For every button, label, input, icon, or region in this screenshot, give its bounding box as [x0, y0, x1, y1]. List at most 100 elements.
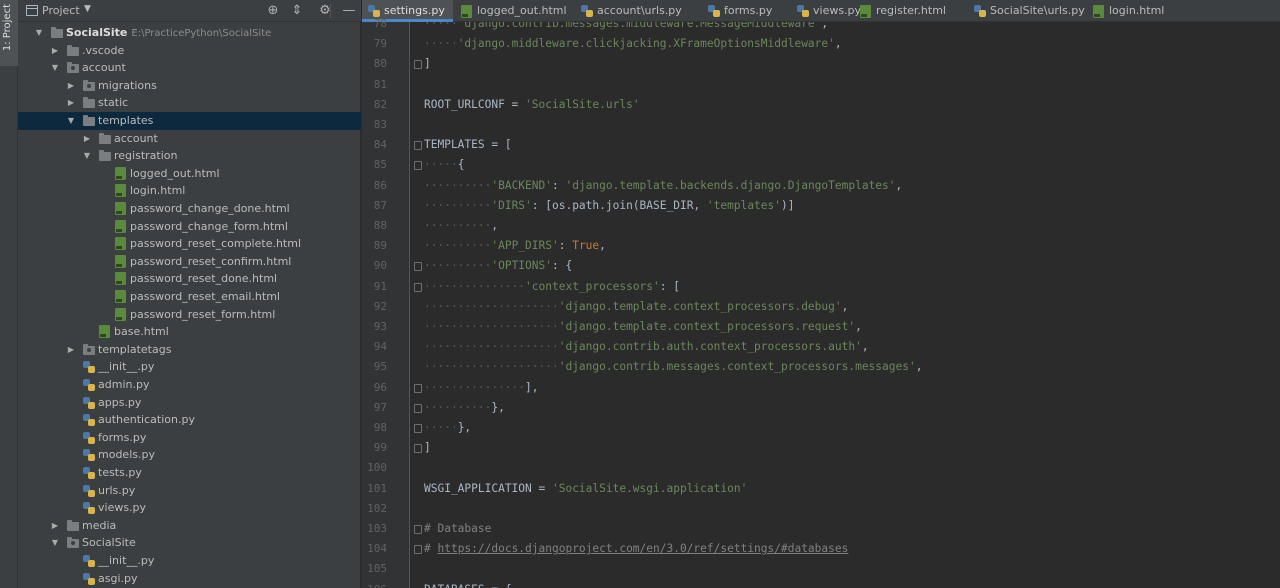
- expand-arrow-down-icon[interactable]: ▼: [34, 24, 44, 42]
- tree-item[interactable]: tests.py: [18, 464, 361, 482]
- code-line[interactable]: ····················'django.contrib.auth…: [424, 337, 869, 357]
- tree-item[interactable]: asgi.py: [18, 570, 361, 588]
- fold-marker-icon[interactable]: [414, 383, 422, 393]
- expand-arrow-down-icon[interactable]: ▼: [66, 112, 76, 130]
- code-line[interactable]: ····················'django.template.con…: [424, 317, 862, 337]
- expand-arrow-right-icon[interactable]: ▶: [50, 517, 60, 535]
- code-line[interactable]: ···············],: [424, 378, 539, 398]
- editor-tab[interactable]: forms.py: [702, 0, 789, 22]
- tree-item[interactable]: ▶ account: [18, 130, 361, 148]
- tree-item[interactable]: apps.py: [18, 394, 361, 412]
- expand-arrow-down-icon[interactable]: ▼: [50, 534, 60, 552]
- code-line[interactable]: ···············'context_processors': [: [424, 277, 680, 297]
- chevron-down-icon[interactable]: ▼: [84, 4, 91, 14]
- code-line[interactable]: ··········'OPTIONS': {: [424, 256, 572, 276]
- code-line[interactable]: # Database: [424, 519, 491, 539]
- tree-item[interactable]: __init__.py: [18, 358, 361, 376]
- code-line[interactable]: ·····'django.contrib.messages.middleware…: [424, 22, 828, 34]
- tree-item[interactable]: logged_out.html: [18, 165, 361, 183]
- tree-item-name: password_change_done.html: [130, 202, 290, 215]
- hide-panel-icon[interactable]: —: [340, 2, 358, 20]
- tree-item[interactable]: urls.py: [18, 482, 361, 500]
- project-view-selector[interactable]: Project: [42, 4, 80, 17]
- fold-marker-icon[interactable]: [414, 60, 422, 70]
- code-line[interactable]: ····················'django.template.con…: [424, 297, 848, 317]
- collapse-all-icon[interactable]: ⇕: [288, 2, 306, 20]
- fold-marker-icon[interactable]: [414, 282, 422, 292]
- tree-item[interactable]: base.html: [18, 323, 361, 341]
- code-line[interactable]: ·····},: [424, 418, 471, 438]
- tree-item[interactable]: ▶ media: [18, 517, 361, 535]
- code-line[interactable]: TEMPLATES = [: [424, 135, 512, 155]
- fold-marker-icon[interactable]: [414, 141, 422, 151]
- tree-item[interactable]: password_change_form.html: [18, 218, 361, 236]
- tree-item[interactable]: ▶ templatetags: [18, 341, 361, 359]
- tree-item[interactable]: ▶ migrations: [18, 77, 361, 95]
- indent-whitespace: ··········: [424, 400, 492, 414]
- tree-item[interactable]: password_reset_email.html: [18, 288, 361, 306]
- tree-item[interactable]: ▼ templates: [18, 112, 361, 130]
- fold-marker-icon[interactable]: [414, 161, 422, 171]
- code-line[interactable]: ·····'django.middleware.clickjacking.XFr…: [424, 34, 842, 54]
- tree-item[interactable]: __init__.py: [18, 552, 361, 570]
- expand-arrow-right-icon[interactable]: ▶: [66, 77, 76, 95]
- fold-marker-icon[interactable]: [414, 403, 422, 413]
- code-area[interactable]: ·····'django.contrib.messages.middleware…: [424, 22, 1280, 588]
- code-line[interactable]: ·····{: [424, 155, 464, 175]
- fold-marker-icon[interactable]: [414, 525, 422, 534]
- tab-label: logged_out.html: [477, 4, 567, 17]
- fold-marker-icon[interactable]: [414, 262, 422, 272]
- code-line[interactable]: ··········'DIRS': [os.path.join(BASE_DIR…: [424, 196, 794, 216]
- tree-item[interactable]: password_reset_confirm.html: [18, 253, 361, 271]
- line-number: 106: [367, 580, 387, 588]
- expand-arrow-down-icon[interactable]: ▼: [50, 59, 60, 77]
- tree-item-name: password_reset_complete.html: [130, 237, 302, 251]
- code-line[interactable]: # https://docs.djangoproject.com/en/3.0/…: [424, 539, 848, 559]
- tree-item[interactable]: ▶ .vscode: [18, 42, 361, 60]
- tree-item[interactable]: ▼ SocialSite: [18, 534, 361, 552]
- tree-item[interactable]: password_reset_form.html: [18, 306, 361, 324]
- code-line[interactable]: ··········'APP_DIRS': True,: [424, 236, 606, 256]
- locate-icon[interactable]: ⊕: [264, 2, 282, 20]
- code-line[interactable]: ··········},: [424, 398, 505, 418]
- gear-icon[interactable]: ⚙: [316, 2, 334, 20]
- tree-item[interactable]: password_reset_done.html: [18, 270, 361, 288]
- tree-item[interactable]: login.html: [18, 182, 361, 200]
- expand-arrow-right-icon[interactable]: ▶: [50, 42, 60, 60]
- editor-tab[interactable]: logged_out.html: [455, 0, 573, 22]
- project-tool-button[interactable]: 1: Project: [0, 0, 18, 66]
- code-line[interactable]: WSGI_APPLICATION = 'SocialSite.wsgi.appl…: [424, 479, 747, 499]
- tree-item[interactable]: ▼ SocialSite E:\PracticePython\SocialSite: [18, 24, 361, 42]
- tree-item[interactable]: ▶ static: [18, 94, 361, 112]
- editor-tab[interactable]: register.html: [854, 0, 966, 22]
- expand-arrow-down-icon[interactable]: ▼: [82, 147, 92, 165]
- tree-item[interactable]: password_reset_complete.html: [18, 235, 361, 253]
- editor-tab[interactable]: login.html: [1087, 0, 1185, 22]
- code-line[interactable]: ····················'django.contrib.mess…: [424, 357, 922, 377]
- tree-item[interactable]: forms.py: [18, 429, 361, 447]
- code-line[interactable]: DATABASES = {: [424, 580, 512, 588]
- tree-item[interactable]: views.py: [18, 499, 361, 517]
- editor-tab[interactable]: account\urls.py: [575, 0, 700, 22]
- fold-marker-icon[interactable]: [414, 545, 422, 555]
- fold-marker-icon[interactable]: [414, 424, 422, 433]
- tree-item[interactable]: ▼ account: [18, 59, 361, 77]
- tree-item-label: models.py: [98, 446, 155, 464]
- code-line[interactable]: ROOT_URLCONF = 'SocialSite.urls': [424, 95, 640, 115]
- tree-item[interactable]: authentication.py: [18, 411, 361, 429]
- expand-arrow-right-icon[interactable]: ▶: [66, 94, 76, 112]
- tree-item-label: logged_out.html: [130, 165, 220, 183]
- tree-item[interactable]: models.py: [18, 446, 361, 464]
- code-line[interactable]: ]: [424, 438, 431, 458]
- tree-item[interactable]: ▼ registration: [18, 147, 361, 165]
- editor-tab[interactable]: SocialSite\urls.py: [968, 0, 1085, 22]
- tree-item[interactable]: admin.py: [18, 376, 361, 394]
- tree-item[interactable]: password_change_done.html: [18, 200, 361, 218]
- expand-arrow-right-icon[interactable]: ▶: [82, 130, 92, 148]
- expand-arrow-right-icon[interactable]: ▶: [66, 341, 76, 359]
- code-line[interactable]: ··········,: [424, 216, 498, 236]
- code-line[interactable]: ]: [424, 54, 431, 74]
- fold-marker-icon[interactable]: [414, 444, 422, 454]
- code-line[interactable]: ··········'BACKEND': 'django.template.ba…: [424, 176, 902, 196]
- editor-tab[interactable]: views.py: [791, 0, 861, 22]
